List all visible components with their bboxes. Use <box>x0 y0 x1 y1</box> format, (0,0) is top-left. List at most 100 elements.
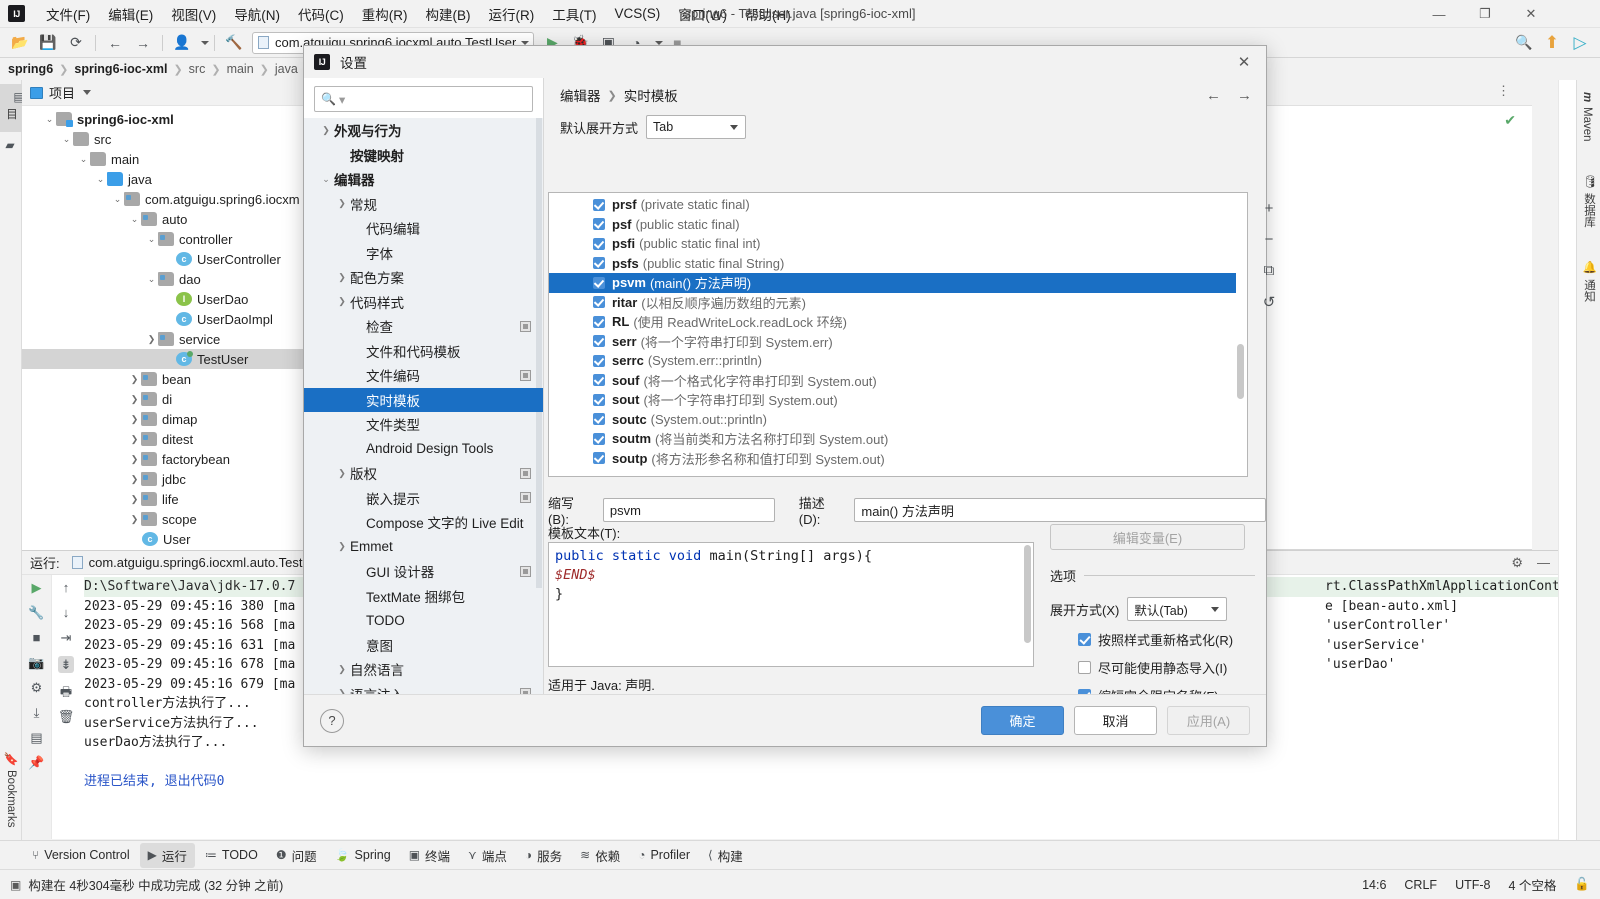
template-row-ritar[interactable]: ritar (以相反顺序遍历数组的元素) <box>549 293 1236 313</box>
template-row-psvm[interactable]: psvm (main() 方法声明) <box>549 273 1236 293</box>
template-row-psfs[interactable]: psfs (public static final String) <box>549 254 1236 274</box>
settings-item-gui----[interactable]: GUI 设计器 <box>304 559 543 584</box>
template-row-soutp[interactable]: soutp (将方法形参名称和值打印到 System.out) <box>549 449 1236 469</box>
sidebar-item-database[interactable]: 🛢 数据库 <box>1577 172 1600 230</box>
settings-category-tree[interactable]: ❯ 外观与行为 按键映射 ⌄ 编辑器 ❯ 常规 代码编辑 字体 ❯ 配色方案 ❯ 代码样式 检查 文件和代码… <box>304 118 543 694</box>
settings-item-----[interactable]: 嵌入提示 <box>304 486 543 511</box>
project-panel-chevron-down-icon[interactable] <box>83 90 92 95</box>
bottom-tab---[interactable]: ▣ 终端 <box>401 843 458 868</box>
profile-icon[interactable]: 👤 <box>169 31 195 55</box>
tree-node-scope[interactable]: ❯ scope <box>22 509 304 529</box>
editor-more-icon[interactable]: ⋮ <box>1497 84 1510 97</box>
run-panel-config-name[interactable]: com.atguigu.spring6.iocxml.auto.Test <box>89 555 303 570</box>
menu-edit[interactable]: 编辑(E) <box>99 0 162 28</box>
save-all-icon[interactable]: 💾 <box>35 31 61 55</box>
templates-scrollbar-thumb[interactable] <box>1237 344 1244 399</box>
tree-node-factorybean[interactable]: ❯ factorybean <box>22 449 304 469</box>
settings-item-todo[interactable]: TODO <box>304 608 543 633</box>
edit-variables-button[interactable]: 编辑变量(E) <box>1050 524 1245 550</box>
chevron-right-icon[interactable]: ❯ <box>128 394 141 405</box>
apply-button[interactable]: 应用(A) <box>1167 706 1250 735</box>
template-row-souf[interactable]: souf (将一个格式化字符串打印到 System.out) <box>549 371 1236 391</box>
print-icon[interactable]: 🖶 <box>60 685 72 698</box>
help-button[interactable]: ? <box>320 708 344 733</box>
chevron-down-icon[interactable]: ⌄ <box>60 134 73 145</box>
settings-item-----[interactable]: 代码编辑 <box>304 216 543 241</box>
template-row-psf[interactable]: psf (public static final) <box>549 215 1236 235</box>
bottom-tab-todo[interactable]: ≔ TODO <box>197 845 266 865</box>
settings-item-----[interactable]: 实时模板 <box>304 387 543 412</box>
menu-build[interactable]: 构建(B) <box>417 0 480 28</box>
sidebar-item-notifications[interactable]: 🔔 通知 <box>1577 258 1600 304</box>
soft-wrap-icon[interactable]: ⇥ <box>61 631 72 644</box>
bottom-tab-profiler[interactable]: ◔ Profiler <box>630 845 698 865</box>
settings-item-textmate----[interactable]: TextMate 捆绑包 <box>304 584 543 609</box>
sidebar-item-bookmarks[interactable]: 🔖 Bookmarks <box>1 746 21 834</box>
caret-position[interactable]: 14:6 <box>1362 878 1386 892</box>
export-icon[interactable]: ⤓ <box>34 706 40 719</box>
bottom-tab---[interactable]: ⋎ 端点 <box>460 843 515 868</box>
templates-list[interactable]: prsf (private static final) psf (public sta… <box>549 195 1236 476</box>
clear-all-icon[interactable]: 🗑 <box>58 710 75 723</box>
ide-services-icon[interactable]: ▷ <box>1567 31 1593 55</box>
chevron-right-icon[interactable]: ❯ <box>128 374 141 385</box>
template-row-soutm[interactable]: soutm (将当前类和方法名称打印到 System.out) <box>549 429 1236 449</box>
static-import-checkbox[interactable] <box>1078 661 1091 674</box>
chevron-down-icon[interactable]: ⌄ <box>77 154 90 165</box>
sync-icon[interactable]: ⟳ <box>63 31 89 55</box>
menu-refactor[interactable]: 重构(R) <box>353 0 417 28</box>
default-expand-combobox[interactable]: Tab <box>646 115 747 139</box>
option-reformat-row[interactable]: 按照样式重新格式化(R) <box>1050 630 1255 649</box>
tree-node-ditest[interactable]: ❯ ditest <box>22 429 304 449</box>
menu-view[interactable]: 视图(V) <box>162 0 225 28</box>
sidebar-item-maven[interactable]: m Maven <box>1577 90 1597 144</box>
chevron-down-icon[interactable]: ⌄ <box>128 214 141 225</box>
indent-setting[interactable]: 4 个空格 <box>1508 875 1556 894</box>
template-enabled-checkbox[interactable] <box>593 218 605 231</box>
menu-code[interactable]: 代码(C) <box>289 0 353 28</box>
bottom-tab---[interactable]: ▶ 运行 <box>139 842 195 868</box>
camera-icon[interactable]: 📷 <box>28 656 44 669</box>
tree-node-main[interactable]: ⌄ main <box>22 149 304 169</box>
tree-node-dimap[interactable]: ❯ dimap <box>22 409 304 429</box>
tree-node-dao[interactable]: ⌄ dao <box>22 269 304 289</box>
tree-node-com-atguigu-spring6-iocxm[interactable]: ⌄ com.atguigu.spring6.iocxm <box>22 189 304 209</box>
run-config-chevron-down-icon[interactable] <box>521 40 530 45</box>
menu-help[interactable]: 帮助(H) <box>736 0 800 28</box>
gear-icon[interactable]: ⚙ <box>1511 555 1523 571</box>
tree-node-service[interactable]: ❯ service <box>22 329 304 349</box>
chevron-right-icon[interactable]: ❯ <box>334 198 350 209</box>
chevron-down-icon[interactable]: ⌄ <box>43 114 56 125</box>
ok-button[interactable]: 确定 <box>981 706 1064 735</box>
tree-node-userdaoimpl[interactable]: c UserDaoImpl <box>22 309 304 329</box>
chevron-right-icon[interactable]: ❯ <box>128 514 141 525</box>
template-row-serrc[interactable]: serrc (System.err::println) <box>549 351 1236 371</box>
template-enabled-checkbox[interactable] <box>593 432 605 445</box>
bottom-tab---[interactable]: ❶ 问题 <box>268 843 325 868</box>
project-tree[interactable]: ⌄ spring6-ioc-xml ⌄ src ⌄ main ⌄ java ⌄ com.atgui… <box>22 106 304 550</box>
template-enabled-checkbox[interactable] <box>593 413 605 426</box>
settings-item-emmet[interactable]: ❯ Emmet <box>304 535 543 560</box>
remove-icon[interactable]: − <box>1265 231 1274 248</box>
chevron-right-icon[interactable]: ❯ <box>128 414 141 425</box>
expand-with-combobox[interactable]: 默认(Tab) <box>1127 597 1228 621</box>
minimize-button[interactable]: — <box>1416 0 1462 28</box>
settings-item------[interactable]: ❯ 外观与行为 <box>304 118 543 143</box>
line-separator[interactable]: CRLF <box>1404 878 1437 892</box>
revert-icon[interactable]: ↺ <box>1263 293 1276 311</box>
template-enabled-checkbox[interactable] <box>593 393 605 406</box>
templates-scrollbar[interactable] <box>1236 194 1246 475</box>
cancel-button[interactable]: 取消 <box>1074 706 1157 735</box>
breadcrumb-item-0[interactable]: spring6 <box>8 62 53 76</box>
chevron-down-icon[interactable]: ⌄ <box>111 194 124 205</box>
settings-item---[interactable]: ❯ 版权 <box>304 461 543 486</box>
breadcrumb-item-4[interactable]: java <box>275 62 298 76</box>
chevron-down-icon[interactable]: ⌄ <box>318 174 334 185</box>
forward-icon[interactable]: → <box>130 31 156 55</box>
tree-node-src[interactable]: ⌄ src <box>22 129 304 149</box>
tree-node-di[interactable]: ❯ di <box>22 389 304 409</box>
pin-icon[interactable]: 📌 <box>28 756 44 769</box>
chevron-right-icon[interactable]: ❯ <box>128 434 141 445</box>
menu-navigate[interactable]: 导航(N) <box>225 0 289 28</box>
chevron-right-icon[interactable]: ❯ <box>334 664 350 675</box>
